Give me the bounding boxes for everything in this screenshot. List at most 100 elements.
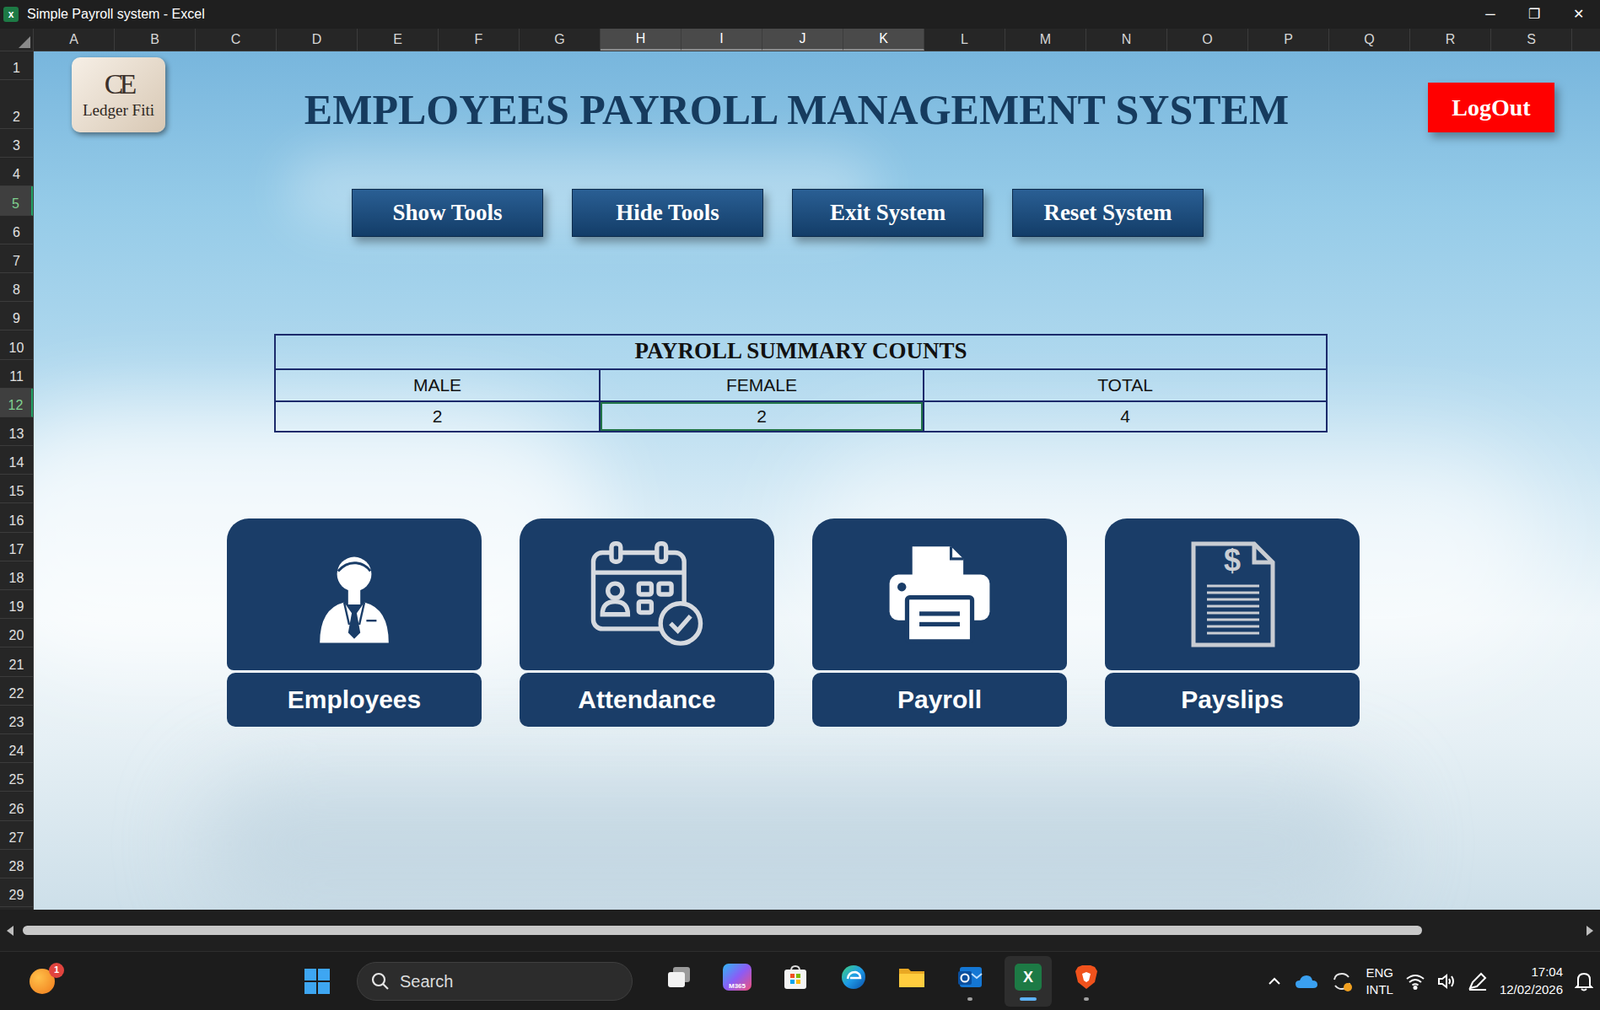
onedrive-cloud-icon[interactable] (1294, 973, 1319, 991)
row-header[interactable]: 17 (0, 533, 33, 562)
dashboard-card[interactable]: Employees (226, 518, 482, 728)
pen-menu-icon[interactable] (1467, 972, 1488, 992)
weather-widget[interactable]: 1 (25, 963, 60, 1001)
column-header[interactable]: P (1248, 28, 1330, 51)
excel-taskbar-button[interactable]: X (1004, 956, 1052, 1008)
column-header[interactable]: E (357, 28, 439, 51)
brave-taskbar-button[interactable] (1062, 956, 1110, 1008)
column-header[interactable]: O (1167, 28, 1249, 51)
row-header[interactable]: 21 (0, 647, 33, 677)
scroll-right-arrow-icon[interactable] (1584, 925, 1595, 938)
column-header[interactable]: R (1410, 28, 1492, 51)
row-header-column: 1234567891011121314151617181920212223242… (0, 51, 34, 911)
row-header[interactable]: 6 (0, 215, 33, 245)
row-header[interactable]: 8 (0, 273, 33, 302)
task-view-taskbar-button[interactable] (655, 956, 703, 1008)
window-control-button[interactable]: ❐ (1512, 0, 1557, 29)
search-box[interactable]: Search (356, 962, 633, 1002)
tool-button[interactable]: Hide Tools (571, 188, 764, 238)
row-header[interactable]: 23 (0, 705, 33, 735)
row-header[interactable]: 10 (0, 330, 33, 360)
scroll-left-arrow-icon[interactable] (5, 925, 16, 938)
scrollbar-thumb[interactable] (22, 926, 1423, 936)
column-header[interactable]: M (1005, 28, 1087, 51)
row-header[interactable]: 7 (0, 244, 33, 274)
summary-value-cell[interactable]: 2 (275, 402, 601, 431)
input-language[interactable]: ENGINTL (1365, 964, 1394, 998)
row-header[interactable]: 3 (0, 129, 33, 158)
window-control-button[interactable]: ✕ (1556, 0, 1600, 29)
row-header[interactable]: 28 (0, 850, 33, 879)
chevron-up-icon[interactable] (1265, 973, 1283, 991)
summary-column-header: FEMALE (600, 370, 925, 401)
column-header[interactable]: A (33, 28, 115, 51)
volume-icon[interactable] (1437, 973, 1456, 991)
row-header[interactable]: 22 (0, 677, 33, 706)
horizontal-scrollbar[interactable] (0, 910, 1600, 952)
row-header[interactable]: 18 (0, 561, 33, 591)
column-header[interactable]: D (276, 28, 358, 51)
row-header[interactable]: 16 (0, 503, 33, 533)
column-header[interactable]: L (924, 28, 1006, 51)
running-indicator (734, 997, 740, 1002)
dashboard-card[interactable]: $Payslips (1104, 518, 1360, 728)
column-header[interactable]: K (843, 28, 925, 51)
row-header[interactable]: 24 (0, 734, 33, 764)
shore-shadow (202, 776, 1384, 911)
logout-button[interactable]: LogOut (1427, 82, 1555, 133)
column-header[interactable]: G (519, 28, 601, 51)
column-header[interactable]: N (1086, 28, 1168, 51)
row-header[interactable]: 11 (0, 360, 33, 389)
row-header[interactable]: 12 (0, 388, 33, 418)
outlook-taskbar-button[interactable] (946, 956, 994, 1008)
dashboard-card[interactable]: Attendance (519, 518, 775, 728)
microsoft-365-taskbar-button[interactable]: M365 (713, 956, 761, 1008)
row-header[interactable]: 15 (0, 474, 33, 504)
notification-bell-icon[interactable] (1574, 971, 1594, 992)
row-header[interactable]: 4 (0, 157, 33, 187)
clock-time: 17:04 (1530, 964, 1563, 981)
row-header[interactable]: 20 (0, 619, 33, 648)
column-header[interactable]: B (114, 28, 196, 51)
column-header[interactable]: I (681, 28, 763, 51)
row-header[interactable]: 13 (0, 417, 33, 447)
column-header[interactable]: C (195, 28, 277, 51)
column-header[interactable]: F (438, 28, 520, 51)
clock[interactable]: 17:0412/02/2026 (1499, 964, 1563, 999)
start-button[interactable] (296, 961, 338, 1003)
edge-taskbar-button[interactable] (829, 956, 878, 1008)
wifi-icon[interactable] (1405, 973, 1426, 991)
row-header[interactable]: 29 (0, 878, 33, 908)
dashboard-card[interactable]: Payroll (812, 518, 1067, 728)
store-taskbar-button[interactable] (771, 956, 819, 1008)
tool-button[interactable]: Reset System (1012, 188, 1204, 238)
store-icon (781, 964, 809, 992)
tool-button[interactable]: Exit System (791, 188, 984, 238)
running-indicator (792, 997, 798, 1002)
row-header[interactable]: 2 (0, 80, 33, 130)
ocean-photo: CELedger FitiEMPLOYEES PAYROLL MANAGEMEN… (33, 51, 1600, 911)
card-label: Attendance (519, 673, 775, 728)
column-header[interactable]: S (1491, 28, 1573, 51)
excel-window: xSimple Payroll system - Excel─❐✕ABCDEFG… (0, 0, 1600, 1010)
row-header[interactable]: 5 (0, 186, 33, 216)
row-header[interactable]: 9 (0, 301, 33, 331)
taskbar-apps: M365 X (655, 956, 1110, 1008)
row-header[interactable]: 19 (0, 590, 33, 620)
row-header[interactable]: 26 (0, 791, 33, 821)
tool-button[interactable]: Show Tools (351, 188, 544, 238)
select-all-corner[interactable] (0, 28, 34, 51)
file-explorer-taskbar-button[interactable] (888, 956, 936, 1008)
row-header[interactable]: 1 (0, 51, 33, 81)
window-control-button[interactable]: ─ (1468, 0, 1513, 29)
summary-value-cell[interactable]: 4 (924, 402, 1326, 431)
sheet-area: 1234567891011121314151617181920212223242… (0, 51, 1600, 911)
summary-value-cell[interactable]: 2 (600, 402, 925, 431)
column-header[interactable]: Q (1329, 28, 1411, 51)
row-header[interactable]: 14 (0, 446, 33, 475)
column-header[interactable]: J (762, 28, 844, 51)
column-header[interactable]: H (600, 28, 682, 51)
row-header[interactable]: 25 (0, 763, 33, 792)
sync-icon[interactable] (1330, 969, 1354, 994)
row-header[interactable]: 27 (0, 821, 33, 851)
